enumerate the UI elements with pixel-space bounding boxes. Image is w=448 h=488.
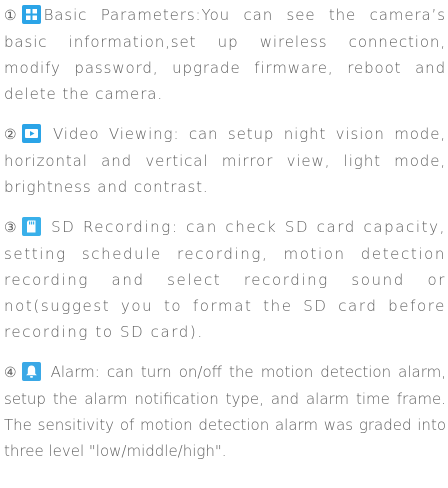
item-text: Video Viewing: can setup night vision mo…: [4, 125, 446, 196]
feature-basic-parameters: ① Basic Parameters:You can see the camera…: [4, 2, 446, 107]
feature-alarm: ④ Alarm: can turn on/off the motion dete…: [4, 359, 446, 464]
item-number: ②: [4, 127, 17, 143]
alarm-bell-icon: [21, 362, 41, 381]
item-number: ④: [4, 365, 17, 381]
sd-card-icon: [21, 217, 41, 236]
item-number: ③: [4, 220, 17, 236]
feature-list: ① Basic Parameters:You can see the camera…: [4, 2, 446, 478]
feature-video-viewing: ② Video Viewing: can setup night vision …: [4, 121, 446, 200]
play-video-icon: [21, 124, 41, 143]
item-text: Basic Parameters:You can see the camera’…: [4, 6, 446, 103]
grid-settings-icon: [21, 5, 41, 24]
item-text: SD Recording: can check SD card capacity…: [4, 218, 446, 341]
feature-sd-recording: ③ SD Recording: can check SD card capaci…: [4, 214, 446, 345]
item-number: ①: [4, 8, 17, 24]
item-text: Alarm: can turn on/off the motion detect…: [4, 363, 446, 460]
